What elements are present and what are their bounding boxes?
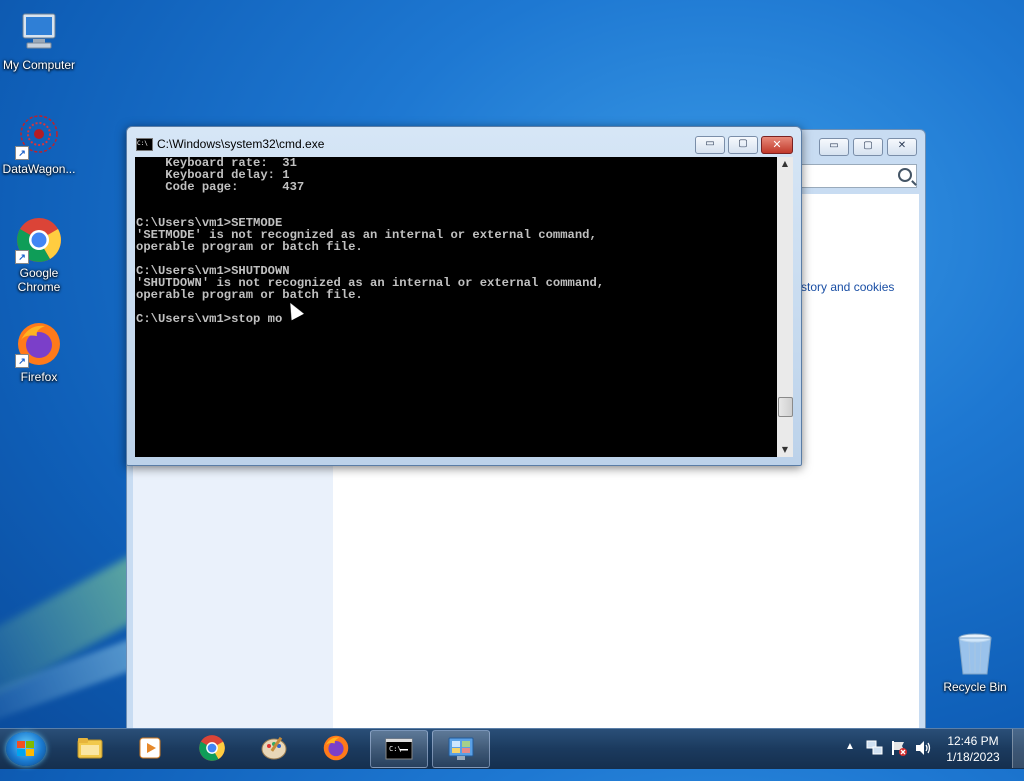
shortcut-arrow-icon: ↗ (15, 250, 29, 264)
console-text: Keyboard rate: 31 Keyboard delay: 1 Code… (136, 157, 605, 326)
folder-icon (77, 738, 103, 759)
cmd-icon: C:\ (136, 138, 153, 151)
scroll-down-arrow-icon[interactable]: ▼ (777, 443, 793, 457)
control-panel-icon (448, 737, 474, 760)
desktop-icon-label: Google Chrome (17, 266, 61, 294)
firefox-icon (323, 735, 349, 761)
recycle-bin-icon (951, 630, 999, 678)
taskbar-cmd[interactable]: C:\ (370, 730, 428, 768)
show-hidden-icons-arrow-icon[interactable]: ▲ (845, 741, 855, 781)
volume-icon[interactable] (914, 740, 932, 756)
taskbar-control-panel[interactable] (432, 730, 490, 768)
history-cookies-link[interactable]: story and cookies (801, 280, 894, 294)
vertical-scrollbar[interactable]: ▲ ▼ (777, 157, 793, 457)
clock-date: 1/18/2023 (946, 750, 1000, 764)
taskbar-chrome[interactable] (184, 730, 240, 766)
clock-time: 12:46 PM (947, 734, 999, 748)
shortcut-arrow-icon: ↗ (15, 146, 29, 160)
search-icon[interactable] (898, 168, 912, 182)
desktop-icon-recycle-bin[interactable]: Recycle Bin (936, 630, 1014, 694)
window-title: C:\Windows\system32\cmd.exe (157, 137, 325, 151)
close-button[interactable]: ✕ (761, 136, 793, 154)
paint-palette-icon (261, 736, 287, 760)
taskbar-file-explorer[interactable] (62, 730, 118, 766)
console-output[interactable]: Keyboard rate: 31 Keyboard delay: 1 Code… (135, 157, 777, 457)
chrome-icon: ↗ (15, 216, 63, 264)
computer-icon (15, 8, 63, 56)
start-button[interactable] (6, 732, 46, 766)
maximize-button[interactable]: ▢ (853, 138, 883, 156)
firefox-icon: ↗ (15, 320, 63, 368)
taskbar-firefox[interactable] (308, 730, 364, 766)
scrollbar-thumb[interactable] (778, 397, 793, 417)
desktop-icon-label: My Computer (2, 58, 76, 72)
taskbar-paint[interactable] (246, 730, 302, 766)
cmd-icon: C:\ (385, 738, 413, 760)
desktop-icon-label: Recycle Bin (943, 680, 1007, 694)
scroll-up-arrow-icon[interactable]: ▲ (777, 157, 793, 171)
svg-text:C:\: C:\ (389, 745, 402, 753)
action-center-flag-icon[interactable] (890, 740, 908, 756)
close-button[interactable]: ✕ (887, 138, 917, 156)
datawagon-icon: ↗ (15, 112, 63, 160)
minimize-button[interactable]: ▭ (695, 136, 725, 154)
shortcut-arrow-icon: ↗ (15, 354, 29, 368)
windows-logo-icon (17, 741, 35, 757)
system-clock[interactable]: 12:46 PM 1/18/2023 (940, 733, 1006, 765)
media-player-icon (139, 737, 161, 759)
desktop-icon-my-computer[interactable]: My Computer (0, 8, 78, 72)
network-icon[interactable] (866, 740, 884, 756)
desktop-icon-label: DataWagon... (2, 162, 76, 176)
chrome-icon (199, 735, 225, 761)
search-input[interactable] (801, 164, 917, 188)
desktop-icon-firefox[interactable]: ↗ Firefox (0, 320, 78, 384)
desktop-icon-label: Firefox (20, 370, 58, 384)
desktop-icon-datawagon[interactable]: ↗ DataWagon... (0, 112, 78, 176)
maximize-button[interactable]: ▢ (728, 136, 758, 154)
taskbar-media-player[interactable] (122, 730, 178, 766)
desktop-icon-chrome[interactable]: ↗ Google Chrome (0, 216, 78, 294)
show-desktop-button[interactable] (1012, 729, 1024, 768)
cmd-window[interactable]: C:\ C:\Windows\system32\cmd.exe ▭ ▢ ✕ Ke… (126, 126, 802, 466)
minimize-button[interactable]: ▭ (819, 138, 849, 156)
